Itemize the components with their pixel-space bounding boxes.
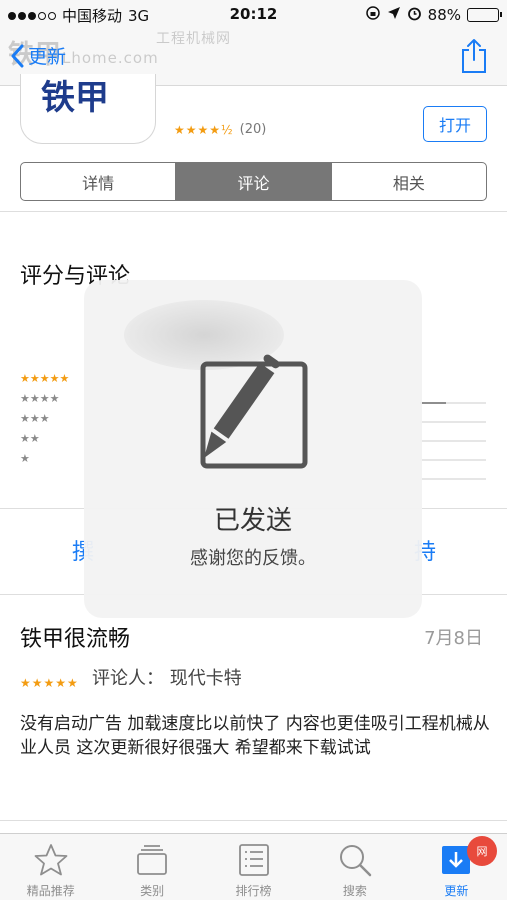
distribution-bar (420, 402, 486, 404)
divider (0, 820, 507, 821)
app-rating: ★★★★½ (20) (174, 122, 266, 137)
app-icon[interactable]: 铁甲 (20, 74, 156, 144)
review-body: 没有启动广告 加载速度比以前快了 内容也更佳吸引工程机械从业人员 这次更新很好很… (20, 714, 490, 758)
review-date: 7月8日 (424, 628, 483, 649)
app-icon-text: 铁甲 (41, 78, 109, 118)
battery-percent: 88% (427, 6, 461, 24)
tabbar-categories[interactable]: 类别 (101, 834, 202, 900)
tabbar-label: 更新 (444, 884, 469, 898)
tabbar-label: 类别 (140, 884, 165, 898)
share-icon (462, 39, 486, 73)
chevron-left-icon (11, 44, 24, 67)
reviewer-name: 评论人： 现代卡特 (92, 668, 242, 689)
distribution-row: ★★★ (20, 412, 50, 425)
tabbar-label: 排行榜 (235, 884, 272, 898)
lock-rotation-icon (365, 5, 381, 25)
tabbar-featured[interactable]: 精品推荐 (0, 834, 101, 900)
location-icon (387, 6, 401, 24)
rating-count: (20) (239, 122, 267, 137)
rating-stars: ★★★★½ (174, 122, 234, 137)
hud-title: 已发送 (213, 506, 292, 536)
rating-distribution: ★★★★★ ★★★★ ★★★ ★★ ★ (20, 372, 69, 472)
watermark-badge: 网 (467, 836, 498, 866)
distribution-row: ★ (20, 452, 30, 465)
compose-icon (197, 324, 309, 478)
hud-subtitle: 感谢您的反馈。 (190, 548, 316, 569)
distribution-bar (420, 459, 486, 461)
tabbar-label: 精品推荐 (26, 884, 75, 898)
distribution-row: ★★ (20, 432, 40, 445)
distribution-row: ★★★★★ (20, 372, 70, 385)
distribution-bar (420, 440, 486, 442)
battery-icon (467, 8, 502, 22)
sent-confirmation-hud: 已发送 感谢您的反馈。 (84, 280, 422, 618)
search-icon (339, 845, 372, 877)
open-button[interactable]: 打开 (423, 106, 487, 142)
back-button[interactable]: 更新 (10, 42, 66, 69)
segmented-tabs: 详情 评论 相关 (20, 162, 487, 201)
stack-icon (137, 845, 168, 875)
distribution-row: ★★★★ (20, 392, 60, 405)
status-right: 88% (365, 5, 502, 25)
distribution-bar (420, 421, 486, 423)
back-label: 更新 (28, 46, 67, 68)
tab-related[interactable]: 相关 (330, 163, 486, 200)
distribution-bar (420, 478, 486, 480)
alarm-icon (407, 6, 422, 25)
review-stars: ★★★★★ (20, 676, 79, 690)
share-button[interactable] (459, 38, 489, 78)
review-title: 铁甲很流畅 (20, 627, 131, 652)
watermark-tag: 工程机械网 (156, 31, 231, 47)
divider (0, 211, 507, 212)
tabbar-label: 搜索 (342, 884, 367, 898)
app-header: 铁甲 ★★★★½ (20) 打开 (0, 74, 507, 156)
tabbar-charts[interactable]: 排行榜 (203, 834, 304, 900)
tabbar-updates[interactable]: 更新 网 (406, 834, 507, 900)
list-icon (238, 844, 269, 876)
star-icon (34, 844, 68, 876)
tab-reviews[interactable]: 评论 (175, 163, 331, 200)
watermark-site: Lhome.com (62, 49, 159, 67)
tab-bar: 精品推荐 类别 排行榜 搜索 更新 网 (0, 833, 507, 900)
distribution-bar-fill (420, 402, 447, 404)
status-bar: 中国移动 3G 20:12 88% (0, 0, 507, 30)
distribution-bars (420, 402, 486, 497)
tab-details[interactable]: 详情 (21, 163, 175, 200)
tabbar-search[interactable]: 搜索 (304, 834, 405, 900)
